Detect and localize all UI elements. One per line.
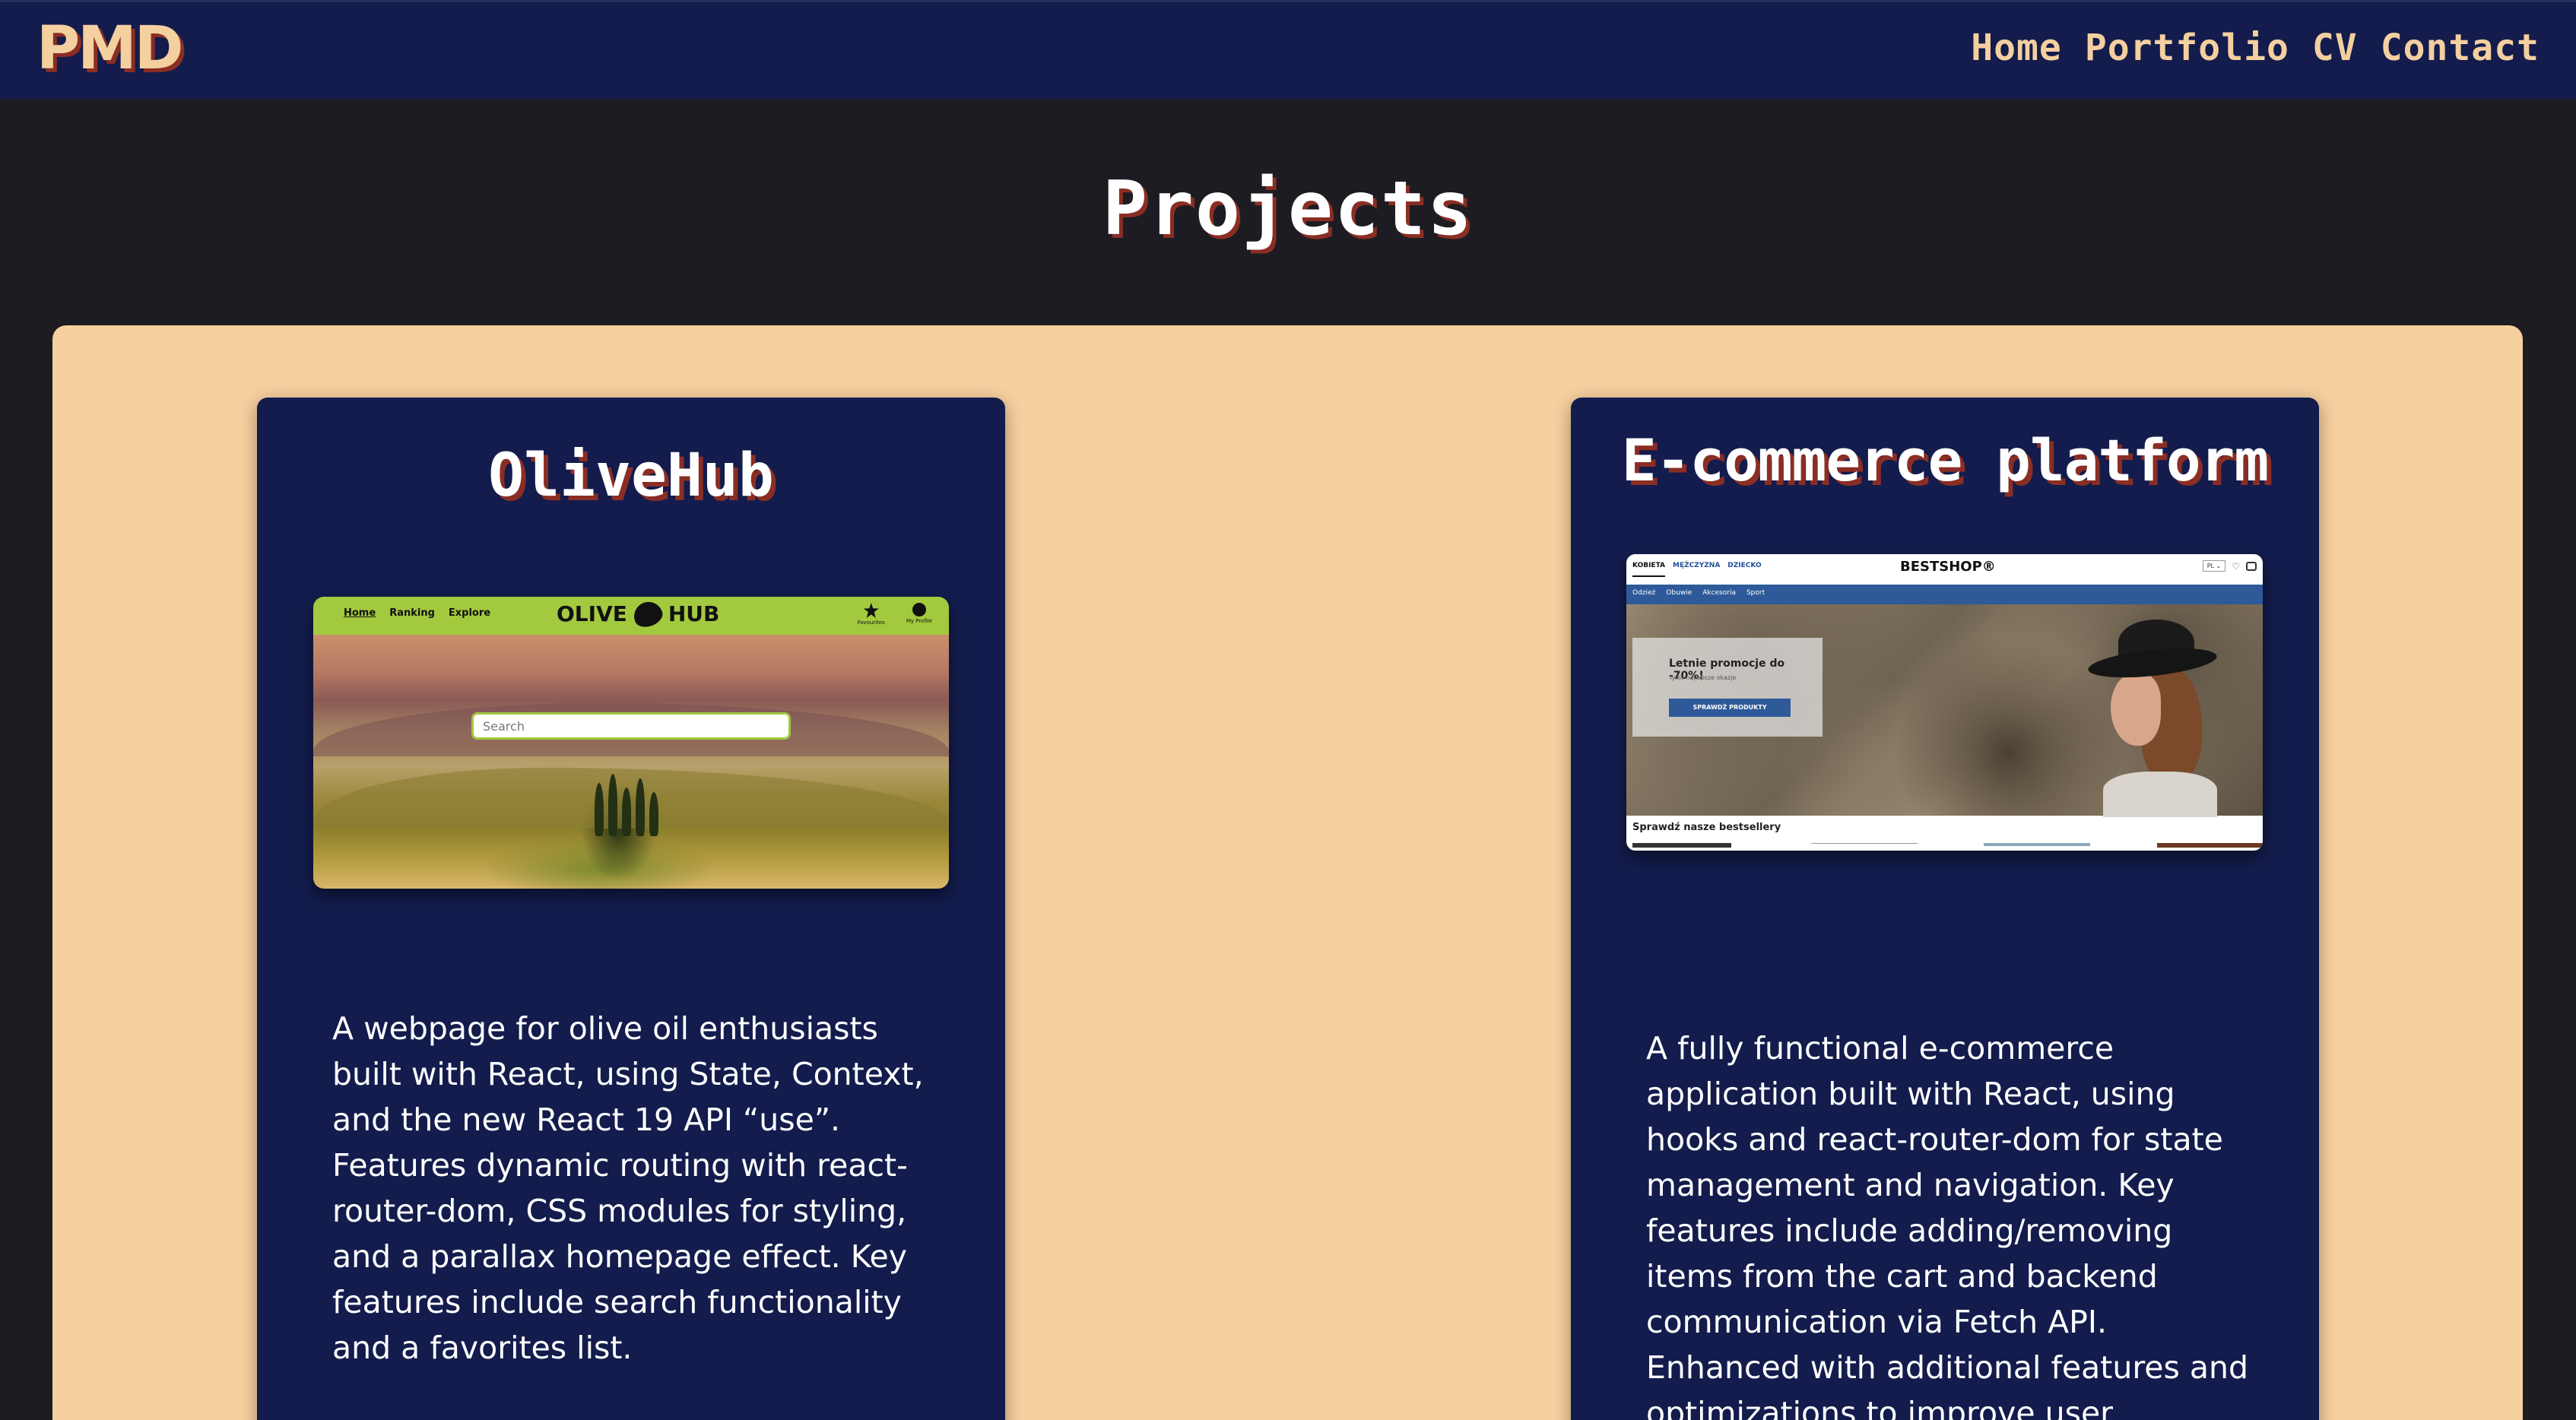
bestshop-tools: PL ⌄ ♡ xyxy=(2202,560,2257,572)
cypress-trees xyxy=(587,768,671,836)
profile-icon: My Profile xyxy=(906,603,932,626)
bestshop-tab: DZIECKO xyxy=(1727,562,1762,569)
olivehub-header-bar: Home Ranking Explore OLIVE HUB Favourite… xyxy=(313,597,949,635)
olivehub-nav-home: Home xyxy=(344,607,376,619)
olive-icon xyxy=(630,597,666,631)
promo-box: Letnie promocje do -70%! Tylko najlepsze… xyxy=(1632,638,1823,737)
olivehub-user-icons: Favourites My Profile xyxy=(858,603,932,626)
olivehub-logo-left: OLIVE xyxy=(557,601,627,626)
nav-link-cv[interactable]: CV xyxy=(2312,27,2358,69)
bestshop-menu: Odzież Obuwie Akcesoria Sport xyxy=(1626,585,2263,604)
project-description: A fully functional e-commerce applicatio… xyxy=(1646,1030,2249,1420)
projects-panel: OliveHub Home Ranking Explore OLIVE HUB … xyxy=(52,325,2523,1420)
bestshop-menu-item: Akcesoria xyxy=(1702,589,1736,597)
bestshop-tabs: KOBIETA MĘŻCZYZNA DZIECKO xyxy=(1632,562,1762,577)
bestshop-menu-item: Sport xyxy=(1746,589,1765,597)
olivehub-nav: Home Ranking Explore xyxy=(344,607,490,619)
cart-icon xyxy=(2246,561,2257,571)
bestshop-tab: MĘŻCZYZNA xyxy=(1672,562,1721,569)
favourites-label: Favourites xyxy=(857,620,885,626)
nav-link-home[interactable]: Home xyxy=(1971,27,2062,69)
nav-link-portfolio[interactable]: Portfolio xyxy=(2085,27,2289,69)
project-title: OliveHub xyxy=(488,442,774,510)
project-screenshot-olivehub[interactable]: Home Ranking Explore OLIVE HUB Favourite… xyxy=(313,597,949,889)
user-icon xyxy=(912,603,926,616)
bestshop-brand: BESTSHOP® xyxy=(1900,559,1996,575)
project-title: E-commerce platform xyxy=(1621,426,2269,494)
navbar: PMD Home Portfolio CV Contact xyxy=(0,0,2576,99)
project-card-olivehub[interactable]: OliveHub Home Ranking Explore OLIVE HUB … xyxy=(257,398,1005,1420)
bestshop-menu-item: Odzież xyxy=(1632,589,1656,597)
favourites-icon: Favourites xyxy=(858,603,885,626)
promo-button: SPRAWDŹ PRODUKTY xyxy=(1669,699,1791,717)
profile-label: My Profile xyxy=(906,618,932,624)
olivehub-logo-right: HUB xyxy=(668,601,720,626)
nav-links: Home Portfolio CV Contact xyxy=(1971,27,2540,69)
olivehub-nav-explore: Explore xyxy=(448,607,491,619)
promo-subtitle: Tylko najlepsze okazje xyxy=(1669,674,1737,681)
nav-link-contact[interactable]: Contact xyxy=(2381,27,2540,69)
site-logo[interactable]: PMD xyxy=(36,14,184,83)
olivehub-search-input: Search xyxy=(471,712,791,740)
page-title: Projects xyxy=(1102,166,1474,252)
bestshop-menu-item: Obuwie xyxy=(1666,589,1692,597)
bestshop-tab: KOBIETA xyxy=(1632,562,1665,577)
heart-icon: ♡ xyxy=(2232,560,2240,572)
project-description: A webpage for olive oil enthusiasts buil… xyxy=(332,1010,924,1366)
olivehub-nav-ranking: Ranking xyxy=(389,607,435,619)
bestseller-thumbnails xyxy=(1632,838,2263,851)
project-card-ecommerce[interactable]: E-commerce platform KOBIETA MĘŻCZYZNA DZ… xyxy=(1571,398,2319,1420)
star-icon xyxy=(863,603,879,618)
bestshop-hero-image: Letnie promocje do -70%! Tylko najlepsze… xyxy=(1626,604,2263,817)
bestshop-header: KOBIETA MĘŻCZYZNA DZIECKO BESTSHOP® PL ⌄… xyxy=(1626,554,2263,585)
language-select: PL ⌄ xyxy=(2202,560,2226,572)
project-screenshot-ecommerce[interactable]: KOBIETA MĘŻCZYZNA DZIECKO BESTSHOP® PL ⌄… xyxy=(1626,554,2263,851)
olivehub-logo: OLIVE HUB xyxy=(557,597,720,631)
tuscany-landscape-image xyxy=(313,635,949,889)
model-with-hat-image xyxy=(2086,620,2219,817)
bestsellers-heading: Sprawdź nasze bestsellery xyxy=(1632,822,1781,833)
